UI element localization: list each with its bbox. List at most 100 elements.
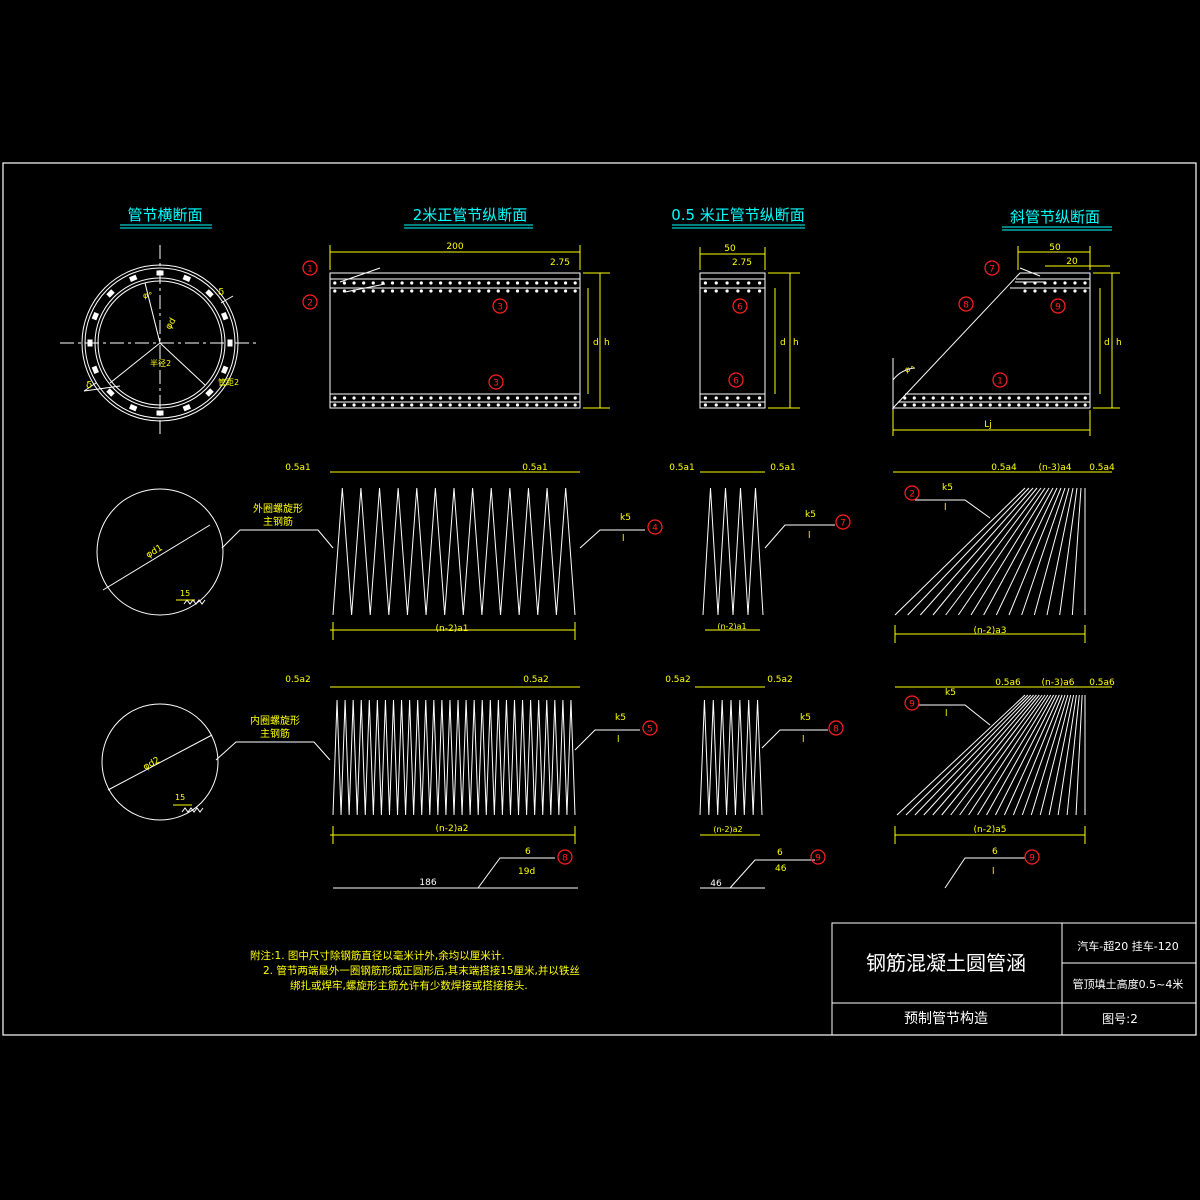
spiral-line (1021, 487, 1066, 616)
rebar-dot (487, 396, 491, 400)
label-outer-1: 外圈螺旋形 (253, 502, 303, 515)
rebar-dot (352, 403, 356, 407)
label-radius: 半径2 (150, 358, 171, 368)
mark-19d: 19d (518, 867, 535, 877)
callout-number: 8 (833, 725, 839, 735)
rebar-dot (487, 281, 491, 285)
rebar-dot (950, 403, 954, 407)
rebar-dot (448, 289, 452, 293)
rebar-dot (429, 396, 433, 400)
spiral-line (1046, 487, 1074, 616)
callout-number: 9 (1029, 854, 1035, 864)
rebar-dot (747, 289, 751, 293)
rebar-dot (1036, 396, 1040, 400)
mark-46-b: 46 (775, 864, 787, 874)
rebar-dot (1083, 281, 1087, 285)
spiral-line (995, 694, 1057, 816)
rebar-dot (458, 289, 462, 293)
title-cross-section: 管节横断面 (127, 206, 202, 224)
rebar-dot (515, 281, 520, 285)
spiral-line (905, 694, 1029, 816)
rebar-dot (467, 403, 472, 407)
rebar-dot (429, 289, 433, 293)
rebar-dot (506, 289, 510, 293)
callout-number: 9 (909, 700, 915, 710)
rebar-dot (1033, 281, 1037, 285)
callout-number: 4 (652, 524, 658, 534)
rebar-dot (333, 289, 337, 293)
spiral-line (699, 699, 763, 816)
dim-phi-d1: φd1 (145, 543, 165, 560)
rebar-dot (467, 396, 472, 400)
rebar-dot (960, 396, 964, 400)
dim-d-skew: d (1104, 338, 1110, 348)
rebar-dot (998, 396, 1002, 400)
dim-half-a6-r: 0.5a6 (1089, 678, 1115, 688)
rebar-dot (333, 403, 337, 407)
rebar-dot (703, 289, 708, 293)
mark-l-6: l (945, 709, 948, 719)
dim-half-a1-l: 0.5a1 (285, 463, 311, 473)
dim-delta-b: δ (86, 380, 92, 391)
callout-number: 1 (307, 265, 313, 275)
callout-number: 5 (647, 725, 653, 735)
rebar-dot (554, 396, 558, 400)
rebar-dot (1045, 396, 1049, 400)
rebar-dot (988, 403, 992, 407)
mark-six-3: 6 (992, 847, 998, 857)
rebar-dot (757, 289, 762, 293)
rebar-dot (342, 396, 347, 400)
rebar-dot (525, 281, 529, 285)
mark-l-2: l (808, 531, 811, 541)
dim-delta-a: δ (218, 287, 224, 298)
spiral-outer-2m (332, 487, 576, 616)
spiral-line (970, 487, 1050, 616)
rebar-dot (390, 403, 395, 407)
rebar-dot (747, 403, 751, 407)
rebar-dot (1064, 403, 1068, 407)
rebar-dot (362, 281, 366, 285)
spiral-line (919, 487, 1034, 616)
rebar-dot (525, 403, 529, 407)
dim-20: 20 (1066, 257, 1078, 267)
rebar-dot (467, 281, 472, 285)
callout-number: 8 (963, 301, 969, 311)
callout-number: 8 (562, 854, 568, 864)
dim-n2-a2: (n-2)a2 (436, 824, 469, 834)
dim-n2-a1-short: (n-2)a1 (717, 622, 746, 631)
rebar-dot (458, 281, 462, 285)
rebar-dot (467, 289, 472, 293)
rebar-dot (988, 396, 992, 400)
section-titles: 管节横断面 2米正管节纵断面 0.5 米正管节纵断面 斜管节纵断面 (120, 206, 1112, 231)
rebar-dot (381, 396, 385, 400)
rebar-dot (931, 396, 935, 400)
label-inner-1: 内圈螺旋形 (250, 714, 300, 727)
spiral-line (968, 694, 1049, 816)
rebar-dot (1036, 403, 1040, 407)
callout-number: 7 (840, 519, 846, 529)
rebar-dot (1043, 289, 1047, 293)
rebar-dot (544, 396, 548, 400)
callout-number: 3 (493, 379, 499, 389)
rebar-dot (381, 403, 385, 407)
dim-half-a1-r: 0.5a1 (522, 463, 548, 473)
rebar-dot (129, 274, 138, 282)
dim-n2-a3: (n-2)a3 (974, 626, 1007, 636)
rebar-dot (506, 281, 510, 285)
rebar-dot (714, 289, 718, 293)
dim-n2-a1: (n-2)a1 (436, 624, 469, 634)
dim-half-a1-l2: 0.5a1 (669, 463, 695, 473)
rebar-dot (1053, 289, 1057, 293)
rebar-dot (371, 396, 375, 400)
note-line-1: 附注:1. 图中尺寸除钢筋直径以毫米计外,余均以厘米计. (250, 949, 505, 962)
rebar-dot (1055, 396, 1059, 400)
rebar-dot (458, 403, 462, 407)
rebar-dot (352, 281, 356, 285)
rebar-dot (725, 396, 729, 400)
rebar-dot (573, 396, 577, 400)
rebar-dot (333, 396, 337, 400)
rebar-dot (410, 396, 414, 400)
dim-half-a6-l: 0.5a6 (995, 678, 1021, 688)
dim-half-a2-l: 0.5a2 (285, 675, 311, 685)
rebar-dot (342, 289, 347, 293)
